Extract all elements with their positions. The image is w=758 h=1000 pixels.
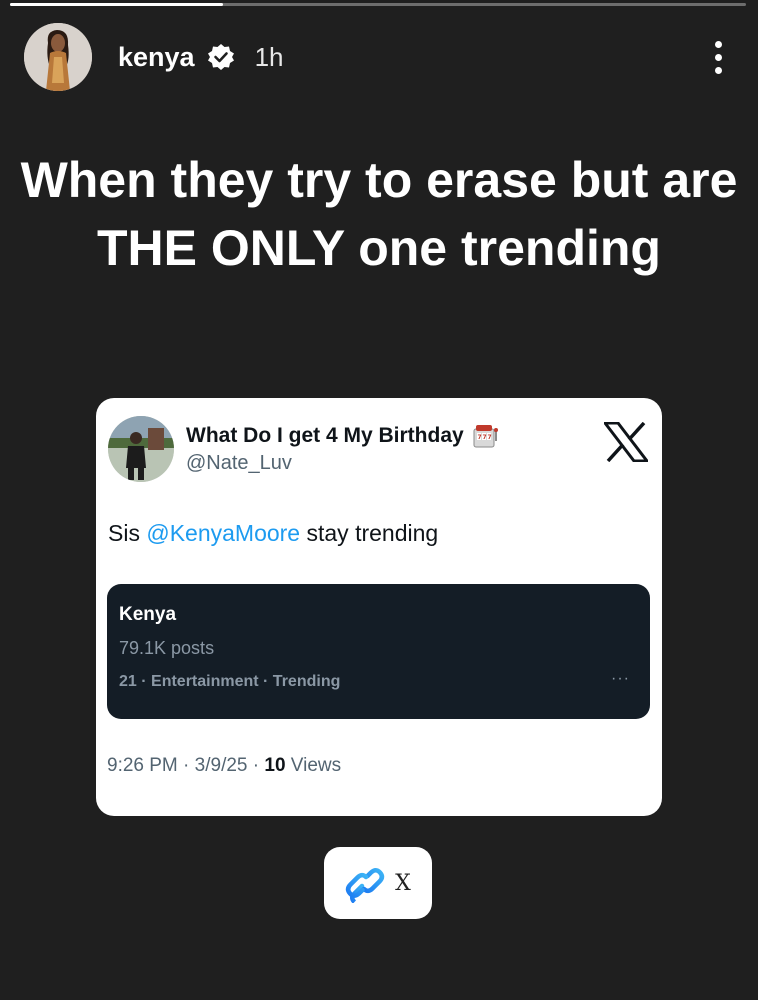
svg-text:7: 7 xyxy=(482,434,486,441)
mention-link[interactable]: @KenyaMoore xyxy=(146,520,300,546)
tweet-time: 9:26 PM xyxy=(107,755,178,776)
trend-card[interactable]: Kenya 79.1K posts 21 · Entertainment · T… xyxy=(107,584,650,719)
tweet-display-name-text: What Do I get 4 My Birthday xyxy=(186,424,464,447)
link-sticker[interactable]: X xyxy=(324,847,432,919)
tweet-text-prefix: Sis xyxy=(108,520,140,546)
trend-posts-count: 79.1K posts xyxy=(119,638,215,658)
tweet-date: 3/9/25 xyxy=(194,755,248,776)
svg-text:7: 7 xyxy=(477,434,481,441)
tweet-card[interactable]: What Do I get 4 My Birthday 7 7 7 @Nate_… xyxy=(96,398,662,816)
tweet-text-suffix: stay trending xyxy=(306,520,439,546)
trend-category: 21 · Entertainment · Trending xyxy=(119,673,341,690)
more-vertical-icon[interactable] xyxy=(698,32,738,82)
link-icon xyxy=(346,868,385,903)
story-progress-bar xyxy=(10,3,746,6)
tweet-avatar xyxy=(108,416,174,482)
verified-badge-icon xyxy=(207,43,235,71)
post-time: 1h xyxy=(254,41,284,72)
tweet-display-name[interactable]: What Do I get 4 My Birthday 7 7 7 xyxy=(186,421,500,451)
link-sticker-label: X xyxy=(395,870,411,896)
story-header: kenya 1h xyxy=(24,22,738,92)
trend-more-icon[interactable]: ··· xyxy=(611,670,630,688)
username[interactable]: kenya xyxy=(118,42,195,73)
tweet-meta: 9:26 PM · 3/9/25 · 10 Views xyxy=(107,755,342,776)
story-caption: When they try to erase but are THE ONLY … xyxy=(20,152,738,276)
views-count: 10 xyxy=(264,755,286,776)
tweet-text: Sis @KenyaMoore stay trending xyxy=(108,520,438,547)
x-logo-icon xyxy=(603,421,649,463)
slot-machine-emoji-icon: 7 7 7 xyxy=(473,425,498,448)
tweet-handle[interactable]: @Nate_Luv xyxy=(186,452,292,475)
story-progress-fill xyxy=(10,3,224,6)
avatar-image xyxy=(24,23,92,91)
trend-title: Kenya xyxy=(119,604,177,625)
views-label: Views xyxy=(290,755,342,776)
avatar[interactable] xyxy=(24,23,92,91)
svg-text:7: 7 xyxy=(487,434,491,441)
